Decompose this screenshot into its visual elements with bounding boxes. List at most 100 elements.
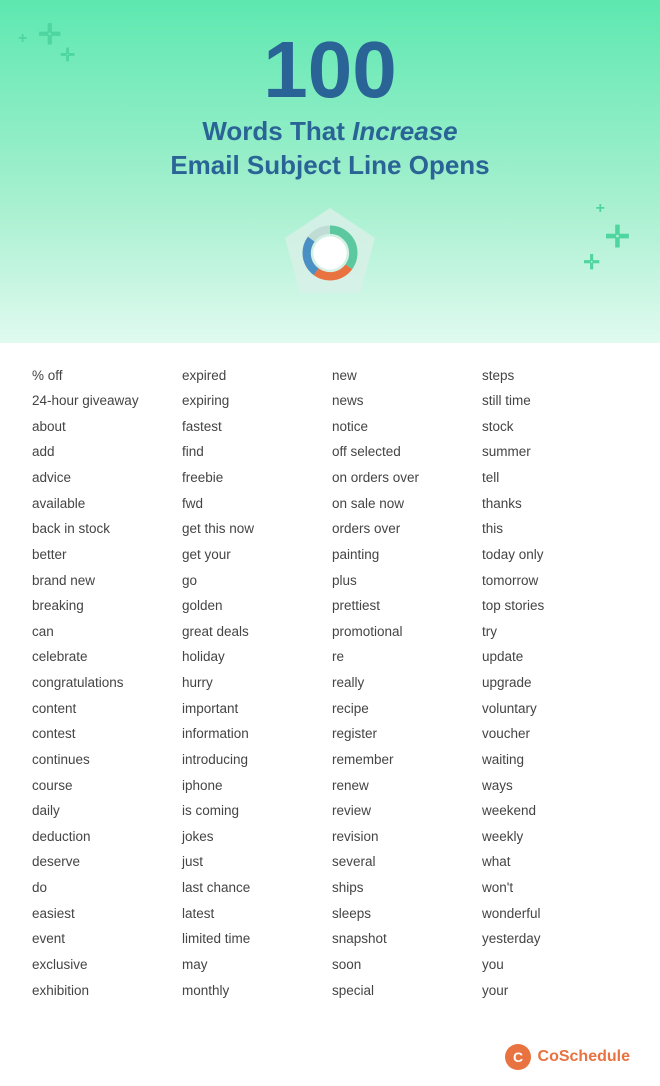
word-item: easiest <box>30 901 180 927</box>
word-item: recipe <box>330 696 480 722</box>
donut-chart <box>300 223 360 283</box>
word-item: 24-hour giveaway <box>30 388 180 414</box>
word-item: introducing <box>180 747 330 773</box>
word-item: just <box>180 849 330 875</box>
word-item: exclusive <box>30 952 180 978</box>
word-item: iphone <box>180 773 330 799</box>
word-item: go <box>180 568 330 594</box>
word-item: add <box>30 439 180 465</box>
subtitle-line1: Words That Increase <box>20 115 640 149</box>
word-item: limited time <box>180 926 330 952</box>
word-item: re <box>330 644 480 670</box>
word-item: really <box>330 670 480 696</box>
word-item: breaking <box>30 593 180 619</box>
word-item: voucher <box>480 721 630 747</box>
word-item: try <box>480 619 630 645</box>
word-item: on sale now <box>330 491 480 517</box>
word-item: contest <box>30 721 180 747</box>
word-item: fastest <box>180 414 330 440</box>
word-item: tomorrow <box>480 568 630 594</box>
word-item: your <box>480 978 630 1004</box>
word-item: deduction <box>30 824 180 850</box>
word-item: summer <box>480 439 630 465</box>
word-item: orders over <box>330 516 480 542</box>
word-item: thanks <box>480 491 630 517</box>
brand-icon: C <box>504 1043 532 1071</box>
word-item: off selected <box>330 439 480 465</box>
header-section: ✛ ✛ + ✛ ✛ + 100 Words That Increase Emai… <box>0 0 660 343</box>
word-item: revision <box>330 824 480 850</box>
word-item: today only <box>480 542 630 568</box>
word-item: information <box>180 721 330 747</box>
word-item: waiting <box>480 747 630 773</box>
word-item: special <box>330 978 480 1004</box>
word-item: renew <box>330 773 480 799</box>
word-item: painting <box>330 542 480 568</box>
word-item: do <box>30 875 180 901</box>
word-item: you <box>480 952 630 978</box>
word-item: won't <box>480 875 630 901</box>
pentagon-shape <box>280 203 380 303</box>
word-item: yesterday <box>480 926 630 952</box>
word-item: tell <box>480 465 630 491</box>
word-item: ways <box>480 773 630 799</box>
word-item: weekly <box>480 824 630 850</box>
word-column-2: expiredexpiringfastestfindfreebiefwdget … <box>180 363 330 1004</box>
footer-brand: C CoSchedule <box>0 1033 660 1086</box>
word-item: continues <box>30 747 180 773</box>
word-item: expired <box>180 363 330 389</box>
word-item: sleeps <box>330 901 480 927</box>
words-section: % off24-hour giveawayaboutaddadviceavail… <box>0 343 660 1034</box>
word-item: congratulations <box>30 670 180 696</box>
word-item: last chance <box>180 875 330 901</box>
pentagon-area <box>20 203 640 303</box>
word-item: advice <box>30 465 180 491</box>
word-column-3: newnewsnoticeoff selectedon orders overo… <box>330 363 480 1004</box>
word-item: about <box>30 414 180 440</box>
word-item: news <box>330 388 480 414</box>
word-item: course <box>30 773 180 799</box>
word-item: back in stock <box>30 516 180 542</box>
word-item: fwd <box>180 491 330 517</box>
word-item: freebie <box>180 465 330 491</box>
word-item: stock <box>480 414 630 440</box>
word-item: jokes <box>180 824 330 850</box>
word-item: get this now <box>180 516 330 542</box>
word-item: update <box>480 644 630 670</box>
word-item: register <box>330 721 480 747</box>
word-item: monthly <box>180 978 330 1004</box>
word-item: golden <box>180 593 330 619</box>
word-item: daily <box>30 798 180 824</box>
word-item: upgrade <box>480 670 630 696</box>
word-item: review <box>330 798 480 824</box>
word-item: new <box>330 363 480 389</box>
word-column-1: % off24-hour giveawayaboutaddadviceavail… <box>30 363 180 1004</box>
word-item: several <box>330 849 480 875</box>
word-item: remember <box>330 747 480 773</box>
word-item: celebrate <box>30 644 180 670</box>
word-item: exhibition <box>30 978 180 1004</box>
word-item: voluntary <box>480 696 630 722</box>
word-item: this <box>480 516 630 542</box>
word-item: expiring <box>180 388 330 414</box>
word-item: holiday <box>180 644 330 670</box>
word-item: still time <box>480 388 630 414</box>
word-item: weekend <box>480 798 630 824</box>
word-column-4: stepsstill timestocksummertellthanksthis… <box>480 363 630 1004</box>
word-item: content <box>30 696 180 722</box>
subtitle-line2: Email Subject Line Opens <box>20 149 640 183</box>
word-item: notice <box>330 414 480 440</box>
word-item: is coming <box>180 798 330 824</box>
word-item: better <box>30 542 180 568</box>
word-item: ships <box>330 875 480 901</box>
word-item: on orders over <box>330 465 480 491</box>
word-item: % off <box>30 363 180 389</box>
word-item: find <box>180 439 330 465</box>
word-item: get your <box>180 542 330 568</box>
word-item: brand new <box>30 568 180 594</box>
word-item: wonderful <box>480 901 630 927</box>
svg-text:C: C <box>512 1049 522 1065</box>
word-item: event <box>30 926 180 952</box>
brand-name: CoSchedule <box>538 1048 630 1066</box>
big-number: 100 <box>20 30 640 110</box>
